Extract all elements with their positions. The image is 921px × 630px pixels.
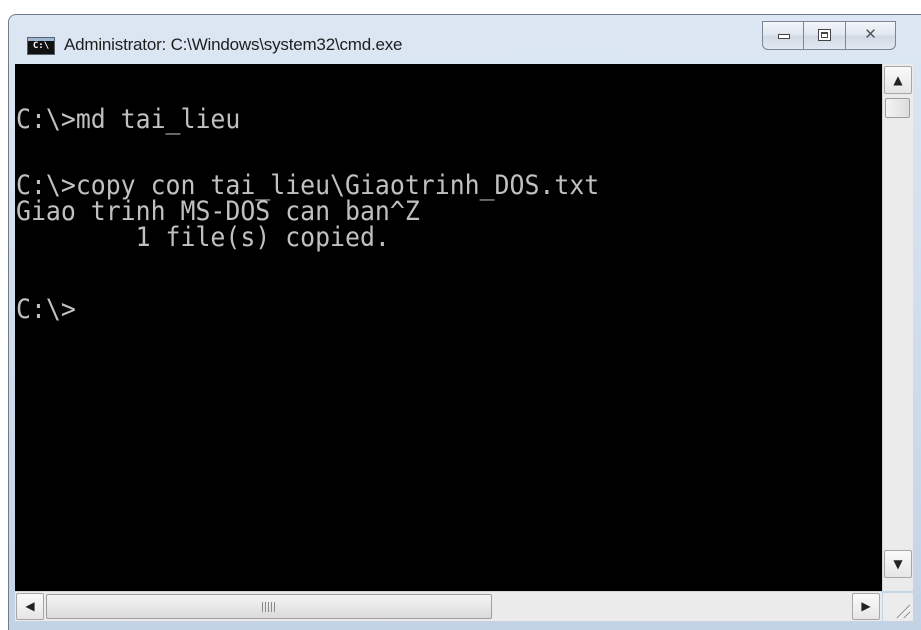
- arrow-down-icon: ▼: [893, 557, 903, 571]
- minimize-button[interactable]: [762, 21, 804, 50]
- console-prompt: C:\>: [16, 294, 76, 325]
- console-line: C:\>copy con tai_lieu\Giaotrinh_DOS.txt: [16, 170, 600, 201]
- console-output[interactable]: C:\>md tai_lieu C:\>copy con tai_lieu\Gi…: [15, 64, 882, 591]
- console-line: C:\>md tai_lieu: [16, 104, 241, 135]
- console-line: Giao trinh MS-DOS can ban^Z: [16, 196, 420, 227]
- console-line: 1 file(s) copied.: [16, 222, 390, 253]
- scroll-down-button[interactable]: ▼: [884, 550, 912, 578]
- arrow-up-icon: ▲: [893, 73, 903, 87]
- resize-grip-icon[interactable]: [883, 593, 913, 621]
- maximize-icon: [818, 29, 831, 41]
- horizontal-scrollbar[interactable]: ◀ ▶: [15, 591, 882, 621]
- cmd-icon[interactable]: C:\: [27, 37, 55, 55]
- scroll-right-button[interactable]: ▶: [852, 593, 880, 620]
- close-icon: ✕: [864, 25, 877, 43]
- close-button[interactable]: ✕: [846, 21, 896, 50]
- horizontal-scroll-thumb[interactable]: [46, 594, 492, 619]
- grip-icon: [262, 602, 276, 612]
- arrow-right-icon: ▶: [861, 599, 871, 613]
- vertical-scroll-thumb[interactable]: [885, 98, 910, 118]
- window-controls: ✕: [762, 21, 896, 51]
- scroll-left-button[interactable]: ◀: [16, 593, 44, 620]
- arrow-left-icon: ◀: [25, 599, 35, 613]
- maximize-button[interactable]: [804, 21, 846, 50]
- window-title: Administrator: C:\Windows\system32\cmd.e…: [64, 35, 403, 54]
- vertical-scrollbar[interactable]: ▲ ▼: [882, 64, 913, 591]
- scroll-up-button[interactable]: ▲: [884, 66, 912, 94]
- minimize-icon: [778, 34, 790, 39]
